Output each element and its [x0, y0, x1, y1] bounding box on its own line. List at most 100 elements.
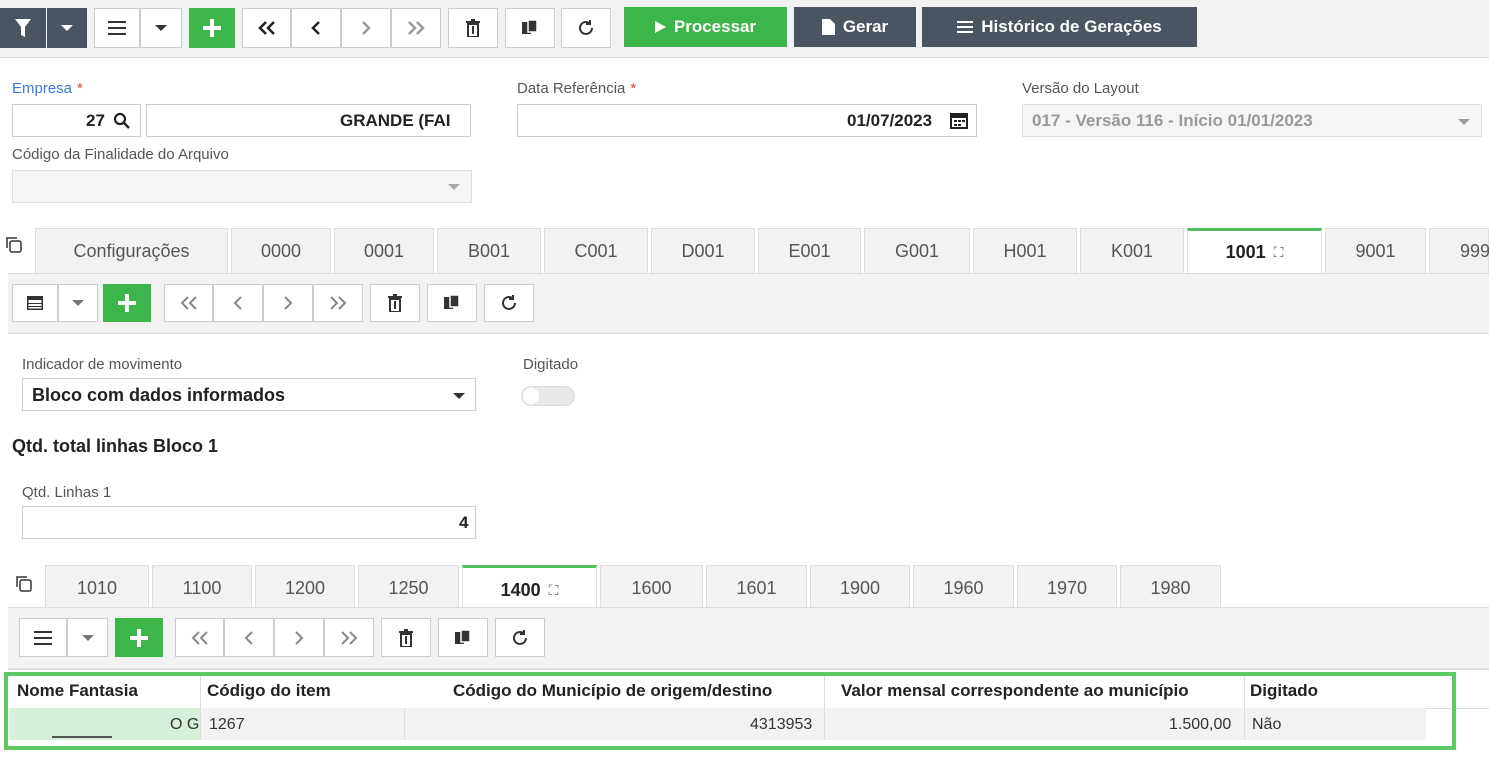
refresh-button[interactable]: [561, 8, 611, 48]
expand-icon[interactable]: ⛶: [549, 582, 559, 599]
list-view-button[interactable]: [94, 8, 140, 48]
grid-view-button[interactable]: [12, 284, 58, 322]
tab-1900[interactable]: 1900: [810, 565, 910, 610]
previous-button[interactable]: [213, 284, 263, 322]
list-icon: [34, 630, 52, 645]
qtd-linhas-label: Qtd. Linhas 1: [22, 484, 112, 501]
tab-h001[interactable]: H001: [973, 228, 1077, 273]
last-button[interactable]: [313, 284, 363, 322]
tab-g001[interactable]: G001: [864, 228, 970, 273]
last-record-button[interactable]: [391, 8, 441, 48]
refresh-record-button[interactable]: [484, 284, 534, 322]
calendar-icon[interactable]: [950, 112, 968, 129]
copy-icon: [522, 20, 538, 34]
tab-1001[interactable]: 1001 ⛶: [1187, 228, 1322, 273]
tab-0001[interactable]: 0001: [334, 228, 434, 273]
refresh-row-button[interactable]: [495, 618, 545, 657]
double-chevron-left-icon: [257, 21, 275, 35]
tab-9990[interactable]: 999: [1429, 228, 1489, 273]
collapse-tabs-icon[interactable]: [6, 237, 22, 253]
list-view-dropdown[interactable]: [140, 8, 182, 48]
previous-record-button[interactable]: [291, 8, 341, 48]
process-button-label: Processar: [673, 17, 757, 36]
add-record-button[interactable]: [103, 284, 151, 322]
digitado-toggle[interactable]: [521, 386, 575, 406]
delete-record-button[interactable]: [370, 284, 420, 322]
add-row-button[interactable]: [115, 618, 163, 657]
menu-icon: [957, 21, 974, 33]
next-button[interactable]: [263, 284, 313, 322]
history-button-label: Histórico de Gerações: [981, 17, 1162, 36]
list-view-dropdown[interactable]: [67, 618, 108, 657]
tab-k001[interactable]: K001: [1080, 228, 1184, 273]
copy-icon: [444, 295, 460, 309]
grid-view-dropdown[interactable]: [58, 284, 98, 322]
double-chevron-left-icon: [191, 630, 208, 645]
first-row-button[interactable]: [175, 618, 224, 657]
chevron-left-icon: [233, 296, 242, 310]
filter-button[interactable]: [0, 8, 46, 48]
tab-1100[interactable]: 1100: [152, 565, 252, 610]
expand-icon[interactable]: ⛶: [1274, 244, 1284, 261]
filter-dropdown-button[interactable]: [47, 8, 87, 48]
chevron-down-icon: [81, 634, 94, 641]
tab-1200[interactable]: 1200: [255, 565, 355, 610]
chevron-right-icon: [362, 21, 371, 35]
list-icon: [108, 21, 126, 35]
copy-row-button[interactable]: [438, 618, 488, 657]
qtd-linhas-field[interactable]: [22, 506, 476, 539]
first-button[interactable]: [164, 284, 213, 322]
generate-button-label: Gerar: [842, 17, 889, 36]
collapse-tabs-icon[interactable]: [16, 576, 32, 592]
grid-top-border: [8, 669, 1489, 670]
chevron-right-icon: [284, 296, 293, 310]
tab-1010[interactable]: 1010: [45, 565, 149, 610]
process-button[interactable]: Processar: [624, 7, 787, 47]
tab-9001[interactable]: 9001: [1325, 228, 1426, 273]
last-row-button[interactable]: [324, 618, 374, 657]
refresh-icon: [579, 20, 593, 35]
data-referencia-label: Data Referência *: [517, 80, 637, 97]
tab-b001[interactable]: B001: [437, 228, 541, 273]
copy-record-button[interactable]: [427, 284, 477, 322]
first-record-button[interactable]: [242, 8, 291, 48]
plus-icon: [118, 294, 136, 312]
chevron-down-icon: [61, 25, 73, 31]
indicador-value: Bloco com dados informados: [32, 385, 286, 405]
history-button[interactable]: Histórico de Gerações: [922, 7, 1197, 47]
delete-button[interactable]: [448, 8, 498, 48]
section-title: Qtd. total linhas Bloco 1: [12, 436, 219, 456]
indicador-label: Indicador de movimento: [22, 356, 183, 373]
tab-configuracoes[interactable]: Configurações: [35, 228, 228, 273]
tab-1600[interactable]: 1600: [600, 565, 703, 610]
chevron-right-icon: [295, 630, 304, 645]
play-icon: [654, 21, 666, 33]
list-view-button[interactable]: [19, 618, 67, 657]
tab-c001[interactable]: C001: [544, 228, 648, 273]
plus-icon: [130, 628, 148, 647]
empresa-name-value: GRANDE (FAI: [340, 111, 451, 130]
tab-1400[interactable]: 1400 ⛶: [462, 565, 597, 612]
generate-button[interactable]: Gerar: [794, 7, 916, 47]
tab-1980[interactable]: 1980: [1120, 565, 1221, 610]
next-row-button[interactable]: [274, 618, 324, 657]
previous-row-button[interactable]: [224, 618, 274, 657]
tab-1601[interactable]: 1601: [706, 565, 807, 610]
add-button[interactable]: [189, 8, 235, 48]
tab-0000[interactable]: 0000: [231, 228, 331, 273]
refresh-icon: [502, 295, 516, 310]
grid-highlight-frame: [4, 672, 1456, 750]
empresa-code-value: 27: [86, 111, 105, 130]
tab-1250[interactable]: 1250: [358, 565, 459, 610]
copy-button[interactable]: [505, 8, 555, 48]
search-icon[interactable]: [113, 112, 130, 129]
tab-1970[interactable]: 1970: [1017, 565, 1117, 610]
tab-1960[interactable]: 1960: [913, 565, 1014, 610]
tab-d001[interactable]: D001: [651, 228, 755, 273]
digitado-label: Digitado: [523, 356, 579, 373]
tab-e001[interactable]: E001: [758, 228, 861, 273]
delete-row-button[interactable]: [381, 618, 431, 657]
filter-icon: [15, 19, 31, 37]
finalidade-select[interactable]: [12, 170, 472, 203]
next-record-button[interactable]: [341, 8, 391, 48]
